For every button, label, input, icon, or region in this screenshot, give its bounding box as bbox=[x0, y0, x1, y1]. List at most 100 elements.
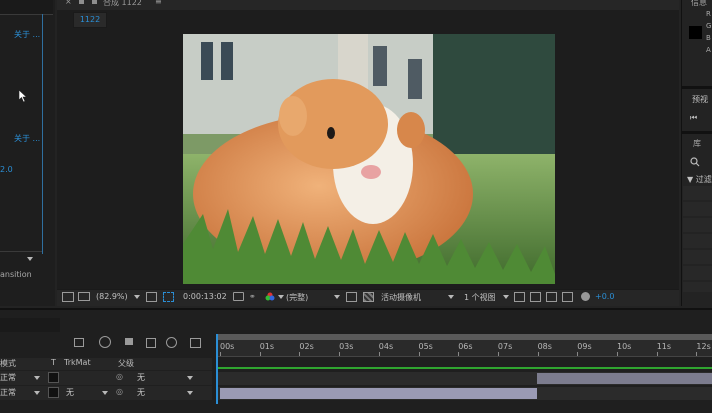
magnification-value[interactable]: (82.9%) bbox=[96, 292, 128, 301]
ruler-label: 07s bbox=[497, 342, 513, 351]
viewer-image[interactable] bbox=[183, 34, 555, 284]
timeline-green-line bbox=[216, 367, 712, 369]
view-layout-dropdown-icon[interactable] bbox=[503, 295, 509, 299]
ruler-tick bbox=[299, 352, 301, 356]
track-2-clip[interactable] bbox=[220, 388, 537, 399]
timeline-icon[interactable] bbox=[546, 292, 557, 302]
color-channels-icon[interactable] bbox=[265, 292, 275, 301]
left-panel-divider bbox=[42, 14, 43, 254]
layer2-mode-dropdown-icon[interactable] bbox=[34, 391, 40, 395]
ruler-label: 09s bbox=[577, 342, 592, 351]
info-blue-label: B bbox=[706, 34, 711, 42]
mask-visibility-icon[interactable] bbox=[163, 292, 174, 302]
frame-blending-icon[interactable] bbox=[146, 338, 156, 348]
reset-exposure-icon[interactable] bbox=[581, 292, 590, 301]
magnification-dropdown-icon[interactable] bbox=[134, 295, 140, 299]
first-frame-icon[interactable]: ⏮ bbox=[690, 113, 697, 123]
close-tab-icon[interactable]: × bbox=[65, 0, 72, 6]
ruler-tick bbox=[220, 352, 221, 356]
layer1-mode-dropdown-icon[interactable] bbox=[34, 376, 40, 380]
ruler-label: 00s bbox=[220, 342, 235, 351]
timeline-header-row bbox=[0, 358, 212, 370]
info-green-label: G bbox=[706, 22, 712, 30]
info-panel-title[interactable]: 信息 bbox=[691, 0, 707, 8]
library-panel-title[interactable]: 库 bbox=[693, 138, 701, 149]
ruler-label: 01s bbox=[259, 342, 275, 351]
channels-dropdown-icon[interactable] bbox=[278, 295, 284, 299]
about-link-1[interactable]: 关于 ... bbox=[14, 29, 40, 40]
library-list bbox=[683, 186, 712, 292]
transparency-grid-icon[interactable] bbox=[363, 292, 374, 302]
filter-label[interactable]: ▼ 过滤 bbox=[687, 174, 712, 185]
composition-tab-bar bbox=[57, 0, 679, 10]
right-panel-divider-2 bbox=[681, 131, 712, 134]
ruler-tick bbox=[418, 352, 420, 356]
about-link-2[interactable]: 关于 ... bbox=[14, 133, 40, 144]
ruler-labels: 00s 01s 02s 03s 04s 05s 06s 07s 08s 09s 10s 11s 12s bbox=[216, 340, 712, 356]
playhead[interactable] bbox=[216, 334, 218, 404]
draft-3d-icon[interactable] bbox=[99, 336, 111, 348]
view-layout-value[interactable]: 1 个视图 bbox=[464, 292, 496, 303]
ruler-tick bbox=[537, 352, 539, 356]
col-parent-header: 父级 bbox=[118, 359, 134, 368]
layer2-trkmat[interactable]: 无 bbox=[66, 387, 74, 398]
col-trkmat-header: TrkMat bbox=[64, 358, 91, 367]
resolution-dropdown-icon[interactable] bbox=[334, 295, 340, 299]
comp-mini-flowchart-icon[interactable] bbox=[74, 338, 84, 347]
fast-previews-icon[interactable] bbox=[530, 292, 541, 302]
col-t-header: T bbox=[51, 358, 56, 367]
layer2-t-checkbox[interactable] bbox=[48, 387, 59, 398]
preview-panel-title[interactable]: 预视 bbox=[692, 94, 708, 105]
lock-icon[interactable] bbox=[79, 0, 84, 4]
shy-layers-icon[interactable] bbox=[125, 338, 133, 345]
ruler-tick bbox=[577, 352, 579, 356]
dropdown-arrow-icon[interactable] bbox=[27, 257, 33, 261]
region-of-interest-icon[interactable] bbox=[346, 292, 357, 302]
layer2-trkmat-dropdown-icon[interactable] bbox=[102, 391, 108, 395]
transition-label: ansition bbox=[0, 270, 32, 279]
layer2-parent[interactable]: 无 bbox=[137, 387, 145, 398]
layer1-parent[interactable]: 无 bbox=[137, 372, 145, 383]
safe-zones-icon[interactable] bbox=[146, 292, 157, 302]
info-alpha-label: A bbox=[706, 46, 711, 54]
toggle-pixel-aspect-icon[interactable] bbox=[514, 292, 525, 302]
layer2-parent-pickwhip-icon[interactable]: ◎ bbox=[116, 387, 123, 396]
flowchart-icon[interactable] bbox=[562, 292, 573, 302]
composition-tab-title[interactable]: 合成 1122 bbox=[103, 0, 142, 8]
layer1-parent-dropdown-icon[interactable] bbox=[187, 376, 193, 380]
info-red-label: R bbox=[706, 10, 711, 18]
comp-tab-icon bbox=[92, 0, 97, 4]
ruler-label: 08s bbox=[537, 342, 552, 351]
ruler-label: 06s bbox=[458, 342, 473, 351]
ruler-tick bbox=[617, 352, 618, 356]
monitor-icon[interactable] bbox=[78, 292, 90, 301]
col-mode-header: 模式 bbox=[0, 359, 16, 368]
motion-blur-icon[interactable] bbox=[166, 337, 177, 348]
ruler-label: 05s bbox=[418, 342, 433, 351]
layer1-t-checkbox[interactable] bbox=[48, 372, 59, 383]
camera-dropdown-icon[interactable] bbox=[448, 295, 454, 299]
exposure-value[interactable]: +0.0 bbox=[595, 292, 614, 301]
camera-view-value[interactable]: 活动摄像机 bbox=[381, 292, 421, 303]
layer1-mode[interactable]: 正常 bbox=[0, 372, 16, 383]
ruler-label: 02s bbox=[299, 342, 314, 351]
layer-row-1[interactable] bbox=[0, 371, 212, 385]
track-1-clip[interactable] bbox=[537, 373, 712, 384]
ruler-tick bbox=[497, 352, 499, 356]
graph-editor-icon[interactable] bbox=[190, 338, 201, 348]
resolution-value[interactable]: (完整) bbox=[286, 292, 308, 303]
show-snapshot-icon[interactable]: ⚭ bbox=[249, 292, 256, 301]
current-time[interactable]: 0:00:13:02 bbox=[183, 292, 227, 301]
layer2-mode[interactable]: 正常 bbox=[0, 387, 16, 398]
mouse-cursor-icon bbox=[18, 89, 28, 103]
ruler-tick bbox=[259, 352, 261, 356]
snapshot-icon[interactable] bbox=[233, 292, 244, 301]
comp-sub-tab[interactable]: 1122 bbox=[73, 12, 107, 28]
left-panel-separator bbox=[0, 251, 42, 252]
tab-menu-icon[interactable]: ≡ bbox=[155, 0, 162, 6]
layer1-parent-pickwhip-icon[interactable]: ◎ bbox=[116, 372, 123, 381]
ruler-label: 04s bbox=[378, 342, 394, 351]
search-icon[interactable] bbox=[690, 157, 702, 167]
always-preview-icon[interactable] bbox=[62, 292, 74, 302]
layer2-parent-dropdown-icon[interactable] bbox=[187, 391, 193, 395]
